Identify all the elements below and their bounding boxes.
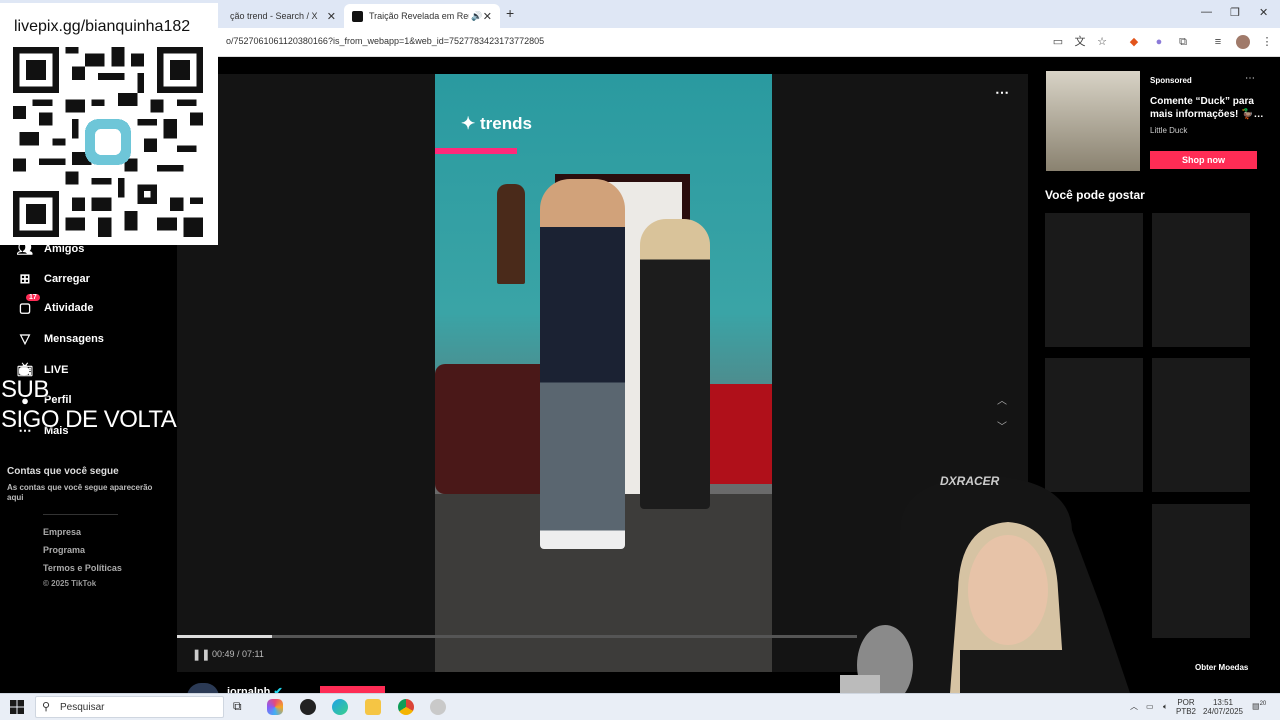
ad-more-icon[interactable]: ⋯ (1245, 73, 1255, 84)
taskbar-search[interactable]: ⚲ Pesquisar (35, 696, 224, 718)
obs-icon[interactable] (300, 699, 316, 715)
footer-link-empresa[interactable]: Empresa (43, 527, 81, 537)
new-tab-button[interactable]: + (506, 5, 514, 21)
video-frame[interactable]: ✦ trends (435, 74, 772, 672)
ad-thumbnail[interactable] (1046, 71, 1140, 171)
activity-icon: ▢ 17 (16, 294, 40, 316)
clock-date: 24/07/2025 (1202, 707, 1244, 716)
video-more-icon[interactable]: ⋯ (995, 84, 1009, 101)
extensions-puzzle-icon[interactable]: ⧉ (1176, 35, 1190, 49)
footer-link-programa[interactable]: Programa (43, 545, 85, 555)
scene-sofa (435, 364, 555, 494)
tab-label: ção trend - Search / X (230, 11, 318, 21)
recommend-card[interactable] (1045, 213, 1143, 347)
cast-icon[interactable]: ▭ (1051, 35, 1065, 49)
edge-browser-icon[interactable] (332, 699, 348, 715)
footer-link-termos[interactable]: Termos e Políticas (43, 563, 122, 573)
app-icon[interactable] (430, 699, 446, 715)
chevron-up-icon[interactable]: ︿ (997, 392, 1007, 407)
extension-icon[interactable]: ● (1152, 35, 1166, 49)
scene-clock (497, 184, 525, 284)
sidebar-item-atividade[interactable]: ▢ 17 Atividade (16, 294, 94, 319)
copilot-icon[interactable] (267, 699, 283, 715)
notifications-icon[interactable]: ▤20 (1252, 700, 1266, 711)
tab-tiktok[interactable]: Traição Revelada em Reuni 🔊 ✕ (344, 4, 500, 28)
sidebar-item-label: Mensagens (44, 333, 104, 345)
clock-time: 13:51 (1212, 698, 1234, 707)
metamask-extension-icon[interactable]: ◆ (1127, 35, 1141, 49)
windows-start-icon[interactable] (10, 700, 24, 714)
profile-avatar-icon[interactable] (1236, 35, 1250, 49)
bookmark-star-icon[interactable]: ☆ (1095, 35, 1109, 49)
sidebar-item-mensagens[interactable]: ▽ Mensagens (16, 328, 104, 350)
window-close-icon[interactable]: ✕ (1259, 6, 1268, 19)
close-icon[interactable]: ✕ (483, 10, 492, 23)
recommend-card[interactable] (1152, 213, 1250, 347)
trends-accent-bar (435, 148, 517, 154)
webcam-overlay: DXRACER (840, 474, 1130, 693)
video-progress-bar[interactable] (177, 635, 857, 638)
sidebar-item-label: Atividade (44, 302, 94, 314)
translate-icon[interactable]: 文 (1073, 35, 1087, 49)
search-placeholder: Pesquisar (60, 702, 105, 713)
notification-count: 20 (1259, 701, 1267, 707)
trends-watermark: ✦ trends (461, 114, 532, 134)
upload-icon: ⊞ (19, 271, 31, 286)
task-view-icon[interactable]: ⧉ (233, 699, 249, 715)
lang-line2: PTB2 (1176, 707, 1197, 716)
svg-text:DXRACER: DXRACER (940, 474, 1000, 488)
speaker-icon[interactable]: 🔊 (471, 11, 482, 22)
windows-taskbar: ⚲ Pesquisar ⧉ ︿ ▭ 🔈︎ POR PTB2 13:51 24/0… (0, 693, 1280, 720)
tab-x-search[interactable]: ção trend - Search / X ✕ (222, 4, 344, 28)
sub-overlay-line2: SIGO DE VOLTA (1, 406, 177, 433)
reading-list-icon[interactable]: ≡ (1211, 35, 1225, 49)
divider (43, 514, 118, 515)
chevron-up-tray-icon[interactable]: ︿ (1130, 702, 1138, 711)
search-icon: ⚲ (42, 701, 51, 713)
shop-now-button[interactable]: Shop now (1150, 151, 1257, 169)
activity-badge: 17 (26, 294, 40, 301)
sparkle-icon: ✦ (461, 114, 476, 133)
following-hint: As contas que você segue aparecerão aqui (7, 483, 153, 502)
chrome-icon[interactable] (398, 699, 414, 715)
sub-overlay-line1: SUB (1, 376, 49, 403)
get-coins-button[interactable]: Obter Moedas (1195, 663, 1248, 672)
file-explorer-icon[interactable] (365, 699, 381, 715)
scene-man (540, 179, 625, 549)
following-title: Contas que você segue (7, 466, 119, 477)
kebab-menu-icon[interactable]: ⋮ (1260, 35, 1274, 49)
clock[interactable]: 13:51 24/07/2025 (1202, 698, 1244, 716)
copyright: © 2025 TikTok (43, 579, 97, 588)
network-icon[interactable]: ▭ (1146, 702, 1154, 711)
lang-line1: POR (1177, 698, 1195, 707)
livepix-link: livepix.gg/bianquinha182 (14, 18, 191, 35)
tiktok-favicon-icon (352, 10, 363, 22)
recommend-card[interactable] (1152, 504, 1250, 638)
ad-title[interactable]: Comente “Duck” para mais informações! 🦆… (1150, 95, 1265, 121)
recommend-title: Você pode gostar (1045, 188, 1145, 202)
close-icon[interactable]: ✕ (327, 10, 336, 23)
volume-icon[interactable]: 🔈︎ (1163, 702, 1168, 711)
sidebar-item-label: Carregar (44, 273, 90, 285)
pause-icon[interactable]: ❚❚ (192, 648, 210, 661)
tab-label: Traição Revelada em Reuni (369, 11, 469, 21)
video-progress-fill (177, 635, 273, 638)
livepix-qr-panel: livepix.gg/bianquinha182 (0, 3, 218, 245)
sidebar-item-carregar[interactable]: ⊞ Carregar (16, 268, 90, 290)
url-field[interactable]: o/7527061061120380166?is_from_webapp=1&w… (226, 36, 544, 46)
sidebar-item-label: LIVE (44, 364, 69, 376)
maximize-icon[interactable]: ❐ (1230, 6, 1240, 19)
watermark-text: trends (479, 114, 532, 133)
video-time: 00:49 / 07:11 (212, 649, 264, 659)
recommend-card[interactable] (1152, 358, 1250, 492)
scene-woman (640, 219, 710, 509)
messages-icon: ▽ (20, 331, 30, 346)
sponsored-label: Sponsored (1150, 76, 1192, 85)
ad-brand[interactable]: Little Duck (1150, 126, 1187, 135)
chevron-down-icon[interactable]: ﹀ (997, 418, 1007, 433)
qr-code (13, 47, 203, 237)
minimize-icon[interactable]: — (1201, 6, 1212, 18)
language-indicator[interactable]: POR PTB2 (1176, 698, 1196, 716)
